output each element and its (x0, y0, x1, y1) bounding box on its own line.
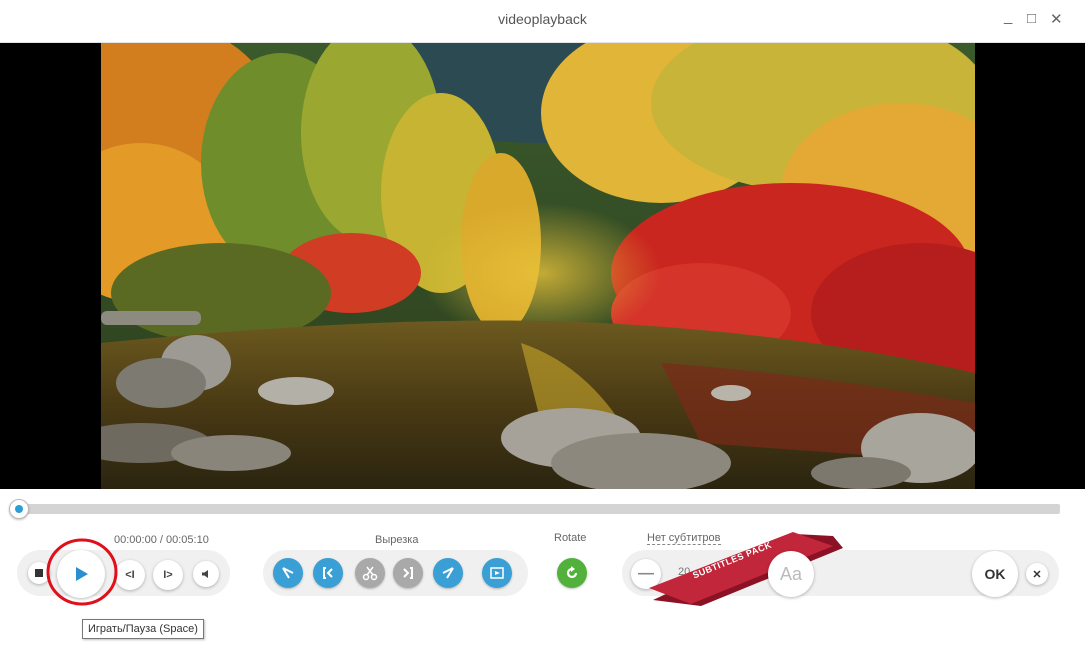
cut-start-button[interactable] (273, 558, 303, 588)
previous-frame-icon: <I (125, 569, 135, 581)
maximize-button[interactable]: □ (1027, 10, 1036, 27)
cut-end-button[interactable] (433, 558, 463, 588)
title-bar: videoplayback _ □ ✕ (0, 0, 1085, 43)
next-frame-button[interactable]: I> (153, 560, 183, 590)
marker-end-icon (442, 567, 454, 579)
subtitles-pack-ribbon[interactable] (645, 532, 845, 608)
cancel-button[interactable]: ✕ (1026, 563, 1048, 585)
autumn-river-scene (101, 43, 975, 489)
seek-bar[interactable] (9, 499, 1060, 519)
cut-section-label: Вырезка (375, 534, 419, 546)
bracket-right-icon (403, 567, 413, 579)
subtitle-font-button[interactable]: Aa (768, 551, 814, 597)
volume-button[interactable] (193, 561, 219, 587)
scissors-icon (362, 566, 378, 581)
preview-cut-button[interactable] (482, 558, 512, 588)
video-frame[interactable] (101, 43, 975, 489)
play-pause-tooltip: Играть/Пауза (Space) (82, 619, 204, 639)
go-to-start-button[interactable] (313, 558, 343, 588)
highlight-circle (46, 538, 118, 606)
close-window-button[interactable]: ✕ (1050, 10, 1063, 28)
speaker-icon (202, 570, 208, 578)
cut-scissors-button[interactable] (355, 558, 385, 588)
ok-button[interactable]: OK (972, 551, 1018, 597)
stop-icon (35, 569, 43, 577)
window-title: videoplayback (498, 11, 587, 27)
next-frame-icon: I> (163, 569, 173, 581)
rotate-label: Rotate (554, 532, 587, 544)
video-area[interactable] (0, 43, 1085, 489)
marker-start-icon (282, 567, 294, 579)
bracket-left-icon (323, 567, 333, 579)
minimize-button[interactable]: _ (1004, 8, 1012, 25)
seek-handle[interactable] (9, 499, 29, 519)
rotate-button[interactable] (557, 558, 587, 588)
go-to-end-button[interactable] (393, 558, 423, 588)
rotate-icon (566, 566, 578, 579)
time-display: 00:00:00 / 00:05:10 (114, 534, 209, 546)
film-play-icon (490, 567, 504, 579)
